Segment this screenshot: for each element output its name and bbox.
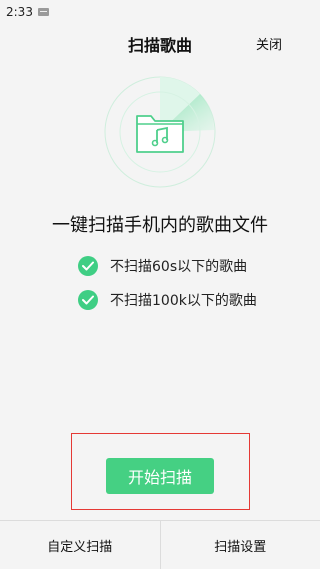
start-scan-button[interactable]: 开始扫描: [106, 458, 214, 494]
check-icon: [78, 290, 98, 310]
music-folder-illustration: [104, 76, 216, 188]
status-bar: 2:33: [0, 0, 320, 24]
feature-item: 不扫描60s以下的歌曲: [78, 256, 247, 276]
check-icon: [78, 256, 98, 276]
status-time: 2:33: [6, 5, 33, 19]
feature-label: 不扫描60s以下的歌曲: [110, 259, 248, 275]
feature-label: 不扫描100k以下的歌曲: [110, 293, 257, 309]
close-button[interactable]: 关闭: [256, 34, 282, 53]
scan-radar-icon: [104, 76, 216, 188]
headline: 一键扫描手机内的歌曲文件: [52, 215, 268, 236]
custom-scan-button[interactable]: 自定义扫描: [0, 521, 160, 569]
header: 扫描歌曲 关闭: [0, 24, 320, 64]
notification-icon: [37, 8, 49, 16]
bottom-bar: 自定义扫描 扫描设置: [0, 520, 320, 569]
scan-settings-button[interactable]: 扫描设置: [161, 521, 320, 569]
feature-item: 不扫描100k以下的歌曲: [78, 290, 257, 310]
